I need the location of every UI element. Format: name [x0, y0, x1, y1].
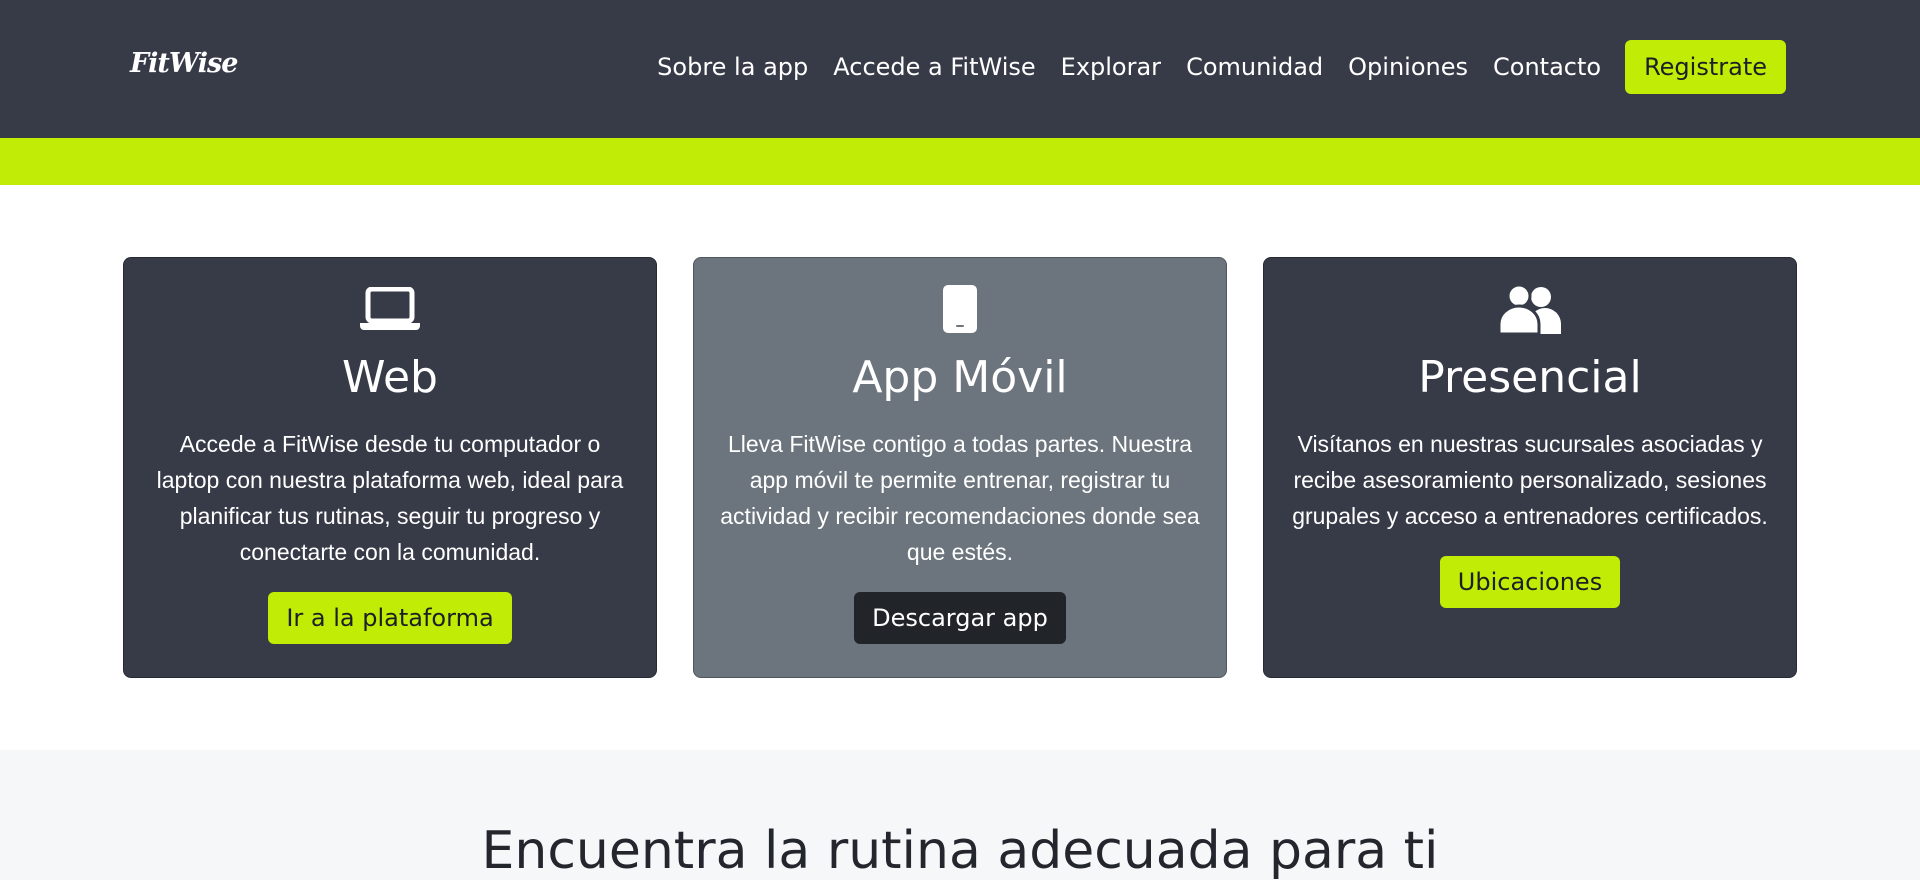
laptop-icon — [360, 284, 420, 334]
card-title: App Móvil — [852, 352, 1068, 403]
register-button[interactable]: Registrate — [1625, 40, 1786, 94]
card-description: Visítanos en nuestras sucursales asociad… — [1292, 431, 1768, 529]
card-mobile-app: App Móvil Lleva FitWise contigo a todas … — [693, 257, 1227, 678]
nav-link-contacto[interactable]: Contacto — [1493, 53, 1601, 81]
card-description: Lleva FitWise contigo a todas partes. Nu… — [720, 431, 1200, 565]
routines-section: Encuentra la rutina adecuada para ti — [0, 750, 1920, 881]
card-title: Presencial — [1418, 352, 1642, 403]
card-in-person: Presencial Visítanos en nuestras sucursa… — [1263, 257, 1797, 678]
main-nav: Sobre la app Accede a FitWise Explorar C… — [632, 40, 1786, 94]
card-description: Accede a FitWise desde tu computador o l… — [156, 431, 624, 565]
nav-link-sobre-la-app[interactable]: Sobre la app — [657, 53, 808, 81]
users-icon — [1499, 284, 1561, 334]
card-title: Web — [342, 352, 438, 403]
nav-link-opiniones[interactable]: Opiniones — [1348, 53, 1468, 81]
card-web: Web Accede a FitWise desde tu computador… — [123, 257, 657, 678]
download-app-button[interactable]: Descargar app — [854, 592, 1066, 644]
nav-link-explorar[interactable]: Explorar — [1061, 53, 1161, 81]
locations-button[interactable]: Ubicaciones — [1439, 556, 1621, 608]
nav-link-accede[interactable]: Accede a FitWise — [833, 53, 1035, 81]
nav-link-comunidad[interactable]: Comunidad — [1186, 53, 1323, 81]
access-options: Web Accede a FitWise desde tu computador… — [123, 257, 1797, 678]
mobile-phone-icon — [943, 284, 977, 334]
accent-strip — [0, 138, 1920, 185]
go-to-platform-button[interactable]: Ir a la plataforma — [268, 592, 512, 644]
fitwise-logo[interactable]: FitWise — [130, 48, 238, 79]
routines-heading: Encuentra la rutina adecuada para ti — [481, 821, 1439, 881]
top-navbar: FitWise Sobre la app Accede a FitWise Ex… — [0, 0, 1920, 138]
